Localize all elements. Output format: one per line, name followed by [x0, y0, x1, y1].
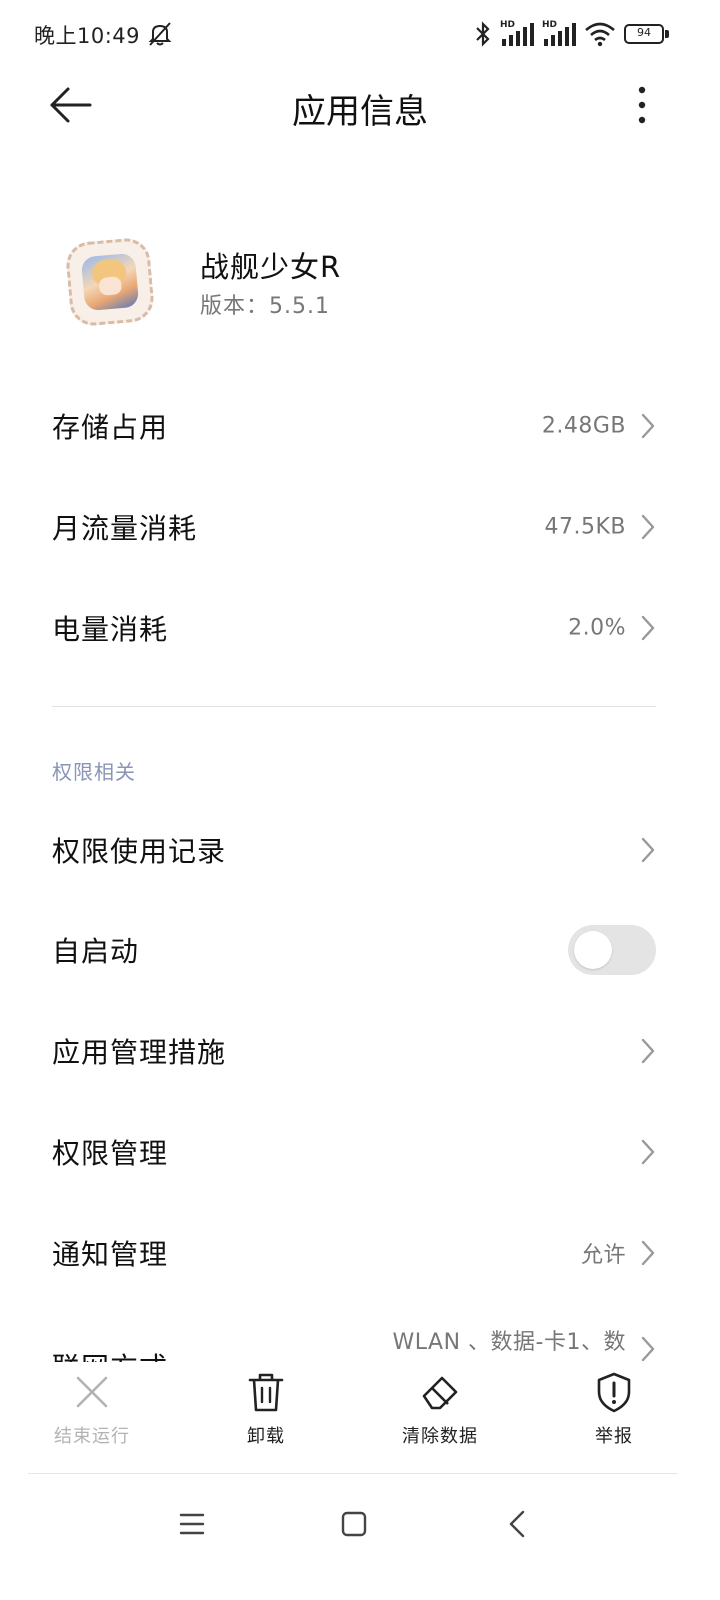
more-vertical-icon: [638, 86, 646, 124]
battery-level: 94: [637, 26, 651, 39]
shield-alert-icon: [597, 1372, 631, 1413]
cellular-signal-icon-2: HD: [542, 20, 576, 48]
hd-badge: HD: [542, 20, 558, 30]
app-management-row[interactable]: 应用管理措施: [0, 1001, 720, 1101]
status-icons: HD HD 94: [474, 18, 670, 50]
app-info-card: 战舰少女R 版本：5.5.1: [0, 228, 720, 338]
app-version: 版本：5.5.1: [200, 294, 330, 319]
chevron-right-icon: [641, 837, 655, 863]
auto-start-row: 自启动: [0, 900, 720, 1000]
row-label: 自启动: [52, 935, 140, 968]
action-label: 举报: [595, 1426, 633, 1447]
bottom-divider: [28, 1473, 678, 1474]
notification-muted-icon: [148, 22, 172, 46]
app-icon: [64, 236, 156, 328]
auto-start-toggle[interactable]: [568, 925, 656, 975]
chevron-right-icon: [641, 413, 655, 439]
permission-usage-record-row[interactable]: 权限使用记录: [0, 800, 720, 900]
page-title: 应用信息: [292, 92, 428, 132]
chevron-right-icon: [641, 1038, 655, 1064]
chevron-left-icon: [509, 1510, 525, 1538]
eraser-icon: [422, 1376, 458, 1410]
row-value: 2.0%: [568, 615, 626, 641]
recent-apps-button[interactable]: [170, 1504, 214, 1544]
action-label: 清除数据: [402, 1426, 478, 1447]
permission-management-row[interactable]: 权限管理: [0, 1102, 720, 1202]
system-navigation-bar: [0, 1490, 720, 1560]
bluetooth-icon: [476, 21, 490, 47]
status-time: 晚上10:49: [34, 24, 141, 48]
force-stop-button[interactable]: 结束运行: [22, 1370, 162, 1460]
hd-badge: HD: [500, 20, 516, 30]
section-divider: [52, 706, 656, 707]
row-value: 47.5KB: [544, 514, 626, 540]
row-label: 通知管理: [52, 1238, 169, 1271]
chevron-right-icon: [641, 615, 655, 641]
chevron-right-icon: [641, 1139, 655, 1165]
status-bar: 晚上10:49 HD HD 94: [0, 0, 720, 68]
chevron-right-icon: [641, 1240, 655, 1266]
row-label: 电量消耗: [52, 613, 169, 646]
trash-icon: [248, 1373, 284, 1412]
report-button[interactable]: 举报: [544, 1370, 684, 1460]
clear-data-button[interactable]: 清除数据: [370, 1370, 510, 1460]
toggle-knob: [574, 931, 612, 969]
more-options-button[interactable]: [622, 82, 662, 128]
system-back-button[interactable]: [496, 1504, 540, 1544]
notification-management-row[interactable]: 通知管理 允许: [0, 1203, 720, 1303]
chevron-right-icon: [641, 1336, 655, 1362]
storage-row[interactable]: 存储占用 2.48GB: [0, 376, 720, 476]
square-icon: [341, 1511, 367, 1537]
row-label: 权限使用记录: [52, 835, 227, 868]
row-value: 2.48GB: [541, 413, 626, 439]
section-header-permissions: 权限相关: [52, 760, 136, 784]
chevron-right-icon: [641, 514, 655, 540]
row-value: 允许: [580, 1243, 626, 1268]
row-label: 权限管理: [52, 1137, 169, 1170]
cellular-signal-icon-1: HD: [500, 20, 534, 48]
home-button[interactable]: [332, 1504, 376, 1544]
action-label: 结束运行: [54, 1426, 130, 1447]
app-name: 战舰少女R: [200, 250, 342, 284]
row-value: WLAN 、数据-卡1、数: [392, 1330, 626, 1355]
close-icon: [76, 1376, 108, 1408]
data-usage-row[interactable]: 月流量消耗 47.5KB: [0, 477, 720, 577]
row-label: 应用管理措施: [52, 1036, 227, 1069]
app-bar: 应用信息: [0, 68, 720, 144]
action-label: 卸载: [247, 1426, 285, 1447]
wifi-icon: [585, 22, 615, 47]
battery-icon: 94: [624, 23, 670, 45]
menu-icon: [179, 1513, 205, 1535]
bottom-action-bar: 结束运行 卸载 清除数据 举报: [0, 1362, 720, 1472]
uninstall-button[interactable]: 卸载: [196, 1370, 336, 1460]
row-label: 月流量消耗: [52, 512, 198, 545]
row-label: 存储占用: [52, 411, 169, 444]
battery-usage-row[interactable]: 电量消耗 2.0%: [0, 578, 720, 678]
app-icon-artwork: [80, 252, 140, 312]
